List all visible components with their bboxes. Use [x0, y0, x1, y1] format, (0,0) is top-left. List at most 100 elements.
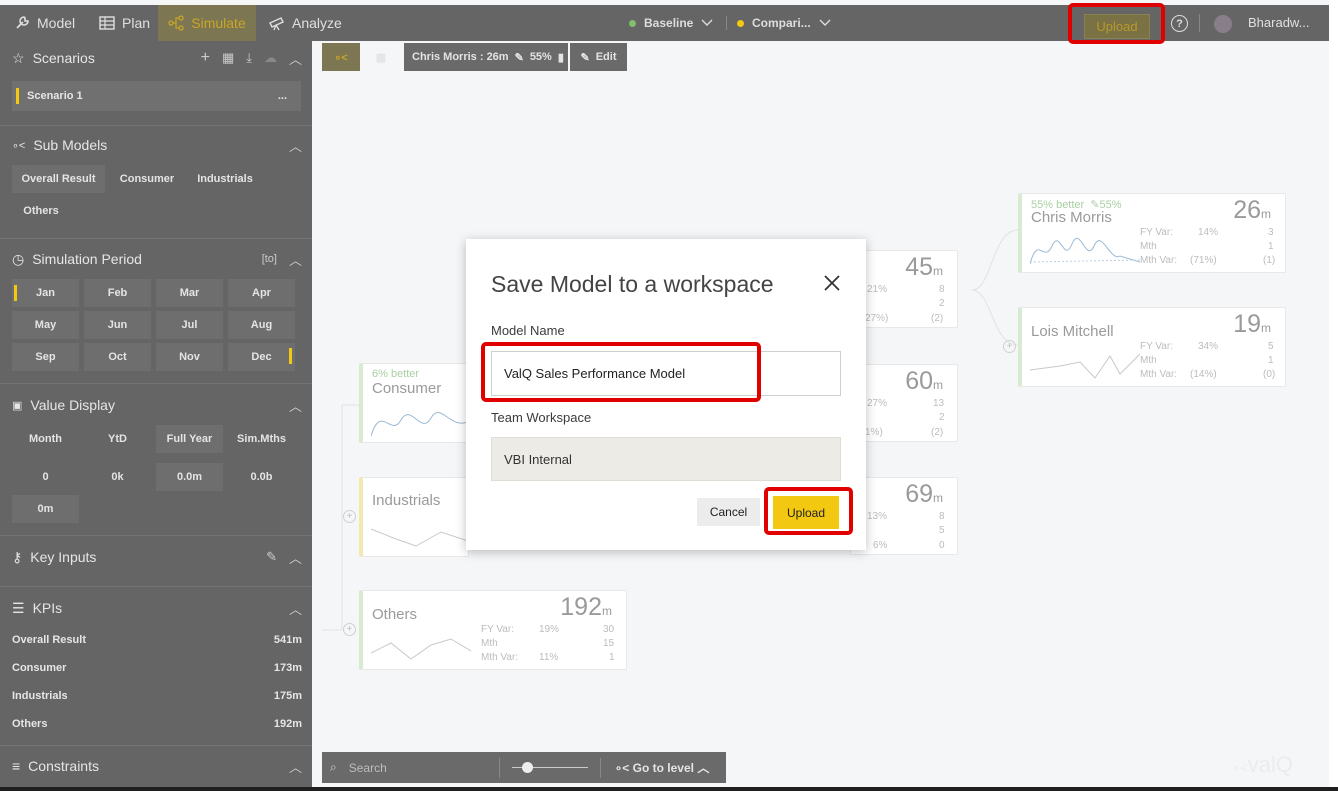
month-sep[interactable]: Sep: [12, 343, 79, 371]
upload-button-top[interactable]: Upload: [1084, 14, 1150, 39]
kpi-row[interactable]: Others 192m: [12, 714, 302, 734]
kpis-header[interactable]: ☰ KPIs ︿: [12, 597, 302, 619]
month-feb[interactable]: Feb: [84, 279, 151, 307]
compare-icon[interactable]: ▦: [222, 50, 234, 66]
month-mar[interactable]: Mar: [156, 279, 223, 307]
expand-icon[interactable]: +: [343, 623, 356, 636]
baseline-selector[interactable]: Baseline: [629, 5, 713, 41]
node-stat: 13%: [867, 511, 888, 522]
cancel-button[interactable]: Cancel: [697, 498, 760, 526]
month-nov[interactable]: Nov: [156, 343, 223, 371]
submodel-chip[interactable]: Others: [12, 197, 70, 225]
mth-var-num: (0): [1263, 369, 1276, 380]
trash-icon[interactable]: ▮: [558, 51, 564, 64]
month-jun[interactable]: Jun: [84, 311, 151, 339]
kpi-value: 175m: [273, 690, 302, 702]
table-view-toggle[interactable]: ▦: [362, 43, 400, 71]
node-value-number: 45: [905, 253, 933, 281]
mode-full-year[interactable]: Full Year: [156, 425, 223, 453]
edit-icon[interactable]: ✎: [266, 549, 277, 565]
format-0[interactable]: 0: [12, 463, 79, 491]
cloud-icon[interactable]: ☁: [264, 50, 277, 66]
scenario-menu-icon[interactable]: ...: [278, 90, 287, 102]
format-0m[interactable]: 0m: [12, 495, 79, 523]
chevron-up-icon[interactable]: ︿: [289, 396, 302, 415]
model-name-input[interactable]: [491, 351, 841, 396]
nav-simulate[interactable]: Simulate: [158, 5, 256, 41]
kpi-value: 173m: [273, 662, 302, 674]
scenario-item[interactable]: Scenario 1 ...: [12, 81, 301, 111]
submodel-chip[interactable]: Consumer: [112, 165, 182, 193]
node-partial[interactable]: 60m 27% 13 2 1%) (2): [850, 364, 958, 442]
comparison-selector[interactable]: Compari...: [737, 5, 831, 41]
month-jul[interactable]: Jul: [156, 311, 223, 339]
kpi-row[interactable]: Consumer 173m: [12, 658, 302, 678]
month-dec[interactable]: Dec: [228, 343, 295, 371]
upload-button[interactable]: Upload: [773, 496, 839, 529]
tree-view-toggle[interactable]: ∘<: [322, 43, 360, 71]
format-0.0m[interactable]: 0.0m: [156, 463, 223, 491]
mth-var-label: Mth Var:: [1140, 369, 1178, 380]
mth-var-value: (71%): [1190, 255, 1217, 266]
node-industrials[interactable]: Industrials: [359, 477, 471, 557]
chevron-up-icon[interactable]: ︿: [289, 757, 302, 776]
scenarios-header[interactable]: ☆ Scenarios + ▦ ⤓ ☁ ︿: [12, 47, 302, 69]
save-model-dialog: Save Model to a workspace Model Name Tea…: [466, 239, 866, 550]
chevron-up-icon[interactable]: ︿: [289, 49, 302, 68]
node-partial[interactable]: 45m 21% 8 2 27%) (2): [850, 250, 958, 328]
node-others[interactable]: Others 192m FY Var: 19% 30 Mth 15 Mth Va…: [359, 590, 627, 670]
avatar[interactable]: [1214, 15, 1232, 33]
goto-level-button[interactable]: ∘< Go to level ︿: [615, 759, 710, 776]
key-inputs-header[interactable]: ⚷ Key Inputs ✎ ︿: [12, 546, 302, 568]
node-value-number: 26: [1233, 196, 1261, 224]
zoom-slider[interactable]: [511, 761, 588, 774]
month-aug[interactable]: Aug: [228, 311, 295, 339]
edit-button[interactable]: ✎ Edit: [570, 43, 627, 71]
node-chris-morris[interactable]: 55% better ✎55% Chris Morris 26m FY Var:…: [1018, 193, 1286, 273]
month-may[interactable]: May: [12, 311, 79, 339]
nav-model[interactable]: Model: [14, 5, 75, 41]
mth-label: Mth: [481, 638, 498, 649]
close-icon[interactable]: [822, 273, 842, 293]
search-input[interactable]: Search: [349, 761, 499, 775]
expand-icon[interactable]: +: [1003, 340, 1016, 353]
slider-thumb[interactable]: [521, 761, 533, 773]
team-workspace-select[interactable]: VBI Internal: [491, 437, 841, 481]
node-lois-mitchell[interactable]: Lois Mitchell 19m FY Var: 34% 5 Mth 1 Mt…: [1018, 307, 1286, 387]
download-icon[interactable]: ⤓: [246, 50, 252, 66]
edit-icon: ✎: [580, 51, 590, 64]
mode-ytd[interactable]: YtD: [84, 425, 151, 453]
submodels-header[interactable]: ∘< Sub Models ︿: [12, 134, 302, 156]
submodel-chip[interactable]: Overall Result: [12, 165, 105, 193]
node-value-unit: m: [933, 378, 943, 392]
kpi-row[interactable]: Overall Result 541m: [12, 630, 302, 650]
user-name[interactable]: Bharadw...: [1248, 15, 1309, 30]
mode-sim-mths[interactable]: Sim.Mths: [228, 425, 295, 453]
kpi-row[interactable]: Industrials 175m: [12, 686, 302, 706]
month-apr[interactable]: Apr: [228, 279, 295, 307]
nav-analyze[interactable]: Analyze: [268, 5, 342, 41]
mth-var-label: Mth Var:: [481, 652, 519, 663]
expand-icon[interactable]: +: [343, 510, 356, 523]
node-consumer[interactable]: 6% better Consumer: [359, 363, 471, 443]
chevron-up-icon[interactable]: ︿: [289, 136, 302, 155]
add-scenario-icon[interactable]: +: [201, 49, 210, 67]
format-0k[interactable]: 0k: [84, 463, 151, 491]
period-header[interactable]: ◷ Simulation Period [to] ︿: [12, 248, 302, 270]
nav-plan[interactable]: Plan: [99, 5, 150, 41]
chevron-up-icon[interactable]: ︿: [289, 250, 302, 269]
constraints-header[interactable]: ≡ Constraints ︿: [12, 755, 302, 777]
submodel-chip[interactable]: Industrials: [190, 165, 260, 193]
node-info-label: Chris Morris : 26m: [412, 51, 509, 63]
node-partial[interactable]: 69m 13% 8 5 6% 0: [850, 477, 958, 555]
month-oct[interactable]: Oct: [84, 343, 151, 371]
chevron-up-icon[interactable]: ︿: [289, 599, 302, 618]
chevron-up-icon[interactable]: ︿: [289, 548, 302, 567]
month-jan[interactable]: Jan: [12, 279, 79, 307]
mode-month[interactable]: Month: [12, 425, 79, 453]
value-display-header[interactable]: ▣ Value Display ︿: [12, 394, 302, 416]
help-icon[interactable]: ?: [1171, 15, 1188, 32]
chevron-down-icon: [819, 19, 831, 26]
format-0.0b[interactable]: 0.0b: [228, 463, 295, 491]
period-badge[interactable]: [to]: [262, 253, 277, 265]
